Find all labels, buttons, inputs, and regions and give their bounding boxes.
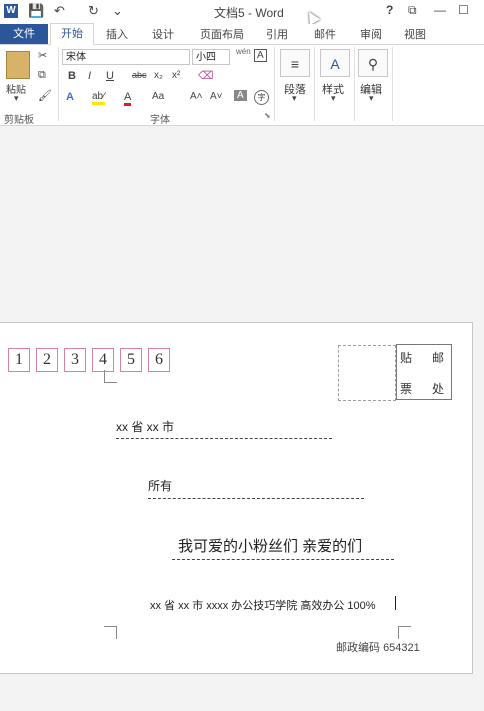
help-button[interactable]: ?	[386, 3, 393, 17]
postal-code-value: 654321	[383, 642, 420, 654]
clipboard-group-label: 剪贴板	[4, 115, 34, 126]
styles-dropdown-icon[interactable]: ▾	[331, 93, 336, 104]
sender-address: xx 省 xx 市 xxxx 办公技巧学院 高效办公 100%	[150, 600, 376, 612]
text-boundary-corner	[398, 626, 411, 639]
greeting-underline	[172, 559, 394, 560]
recipient-underline	[148, 498, 364, 499]
text-boundary-corner	[104, 626, 117, 639]
window-title: 文档5 - Word	[214, 6, 284, 20]
zip-box: 1	[8, 348, 30, 372]
change-case-button[interactable]: Aa	[152, 91, 164, 102]
copy-icon[interactable]: ⧉	[38, 69, 46, 82]
font-name-box[interactable]: 宋体	[62, 49, 190, 65]
styles-icon[interactable]: A	[320, 49, 350, 77]
redo-icon[interactable]: ↻	[88, 3, 99, 19]
grow-font-button[interactable]: A˄	[190, 91, 203, 102]
tab-home[interactable]: 开始	[50, 23, 94, 46]
font-size-box[interactable]: 小四	[192, 49, 230, 65]
ribbon-tabs: 文件 开始 插入 设计 页面布局 引用 邮件 审阅 视图	[0, 23, 484, 46]
binoculars-icon[interactable]: ⚲	[358, 49, 388, 77]
font-dialog-launcher-icon[interactable]: ⬊	[264, 111, 271, 120]
mouse-pointer-icon	[303, 8, 321, 26]
format-painter-icon[interactable]: 🖌	[38, 89, 52, 102]
zip-box: 5	[120, 348, 142, 372]
group-separator	[58, 47, 59, 121]
zip-box: 3	[64, 348, 86, 372]
shrink-font-button[interactable]: A˅	[210, 91, 223, 102]
tab-file[interactable]: 文件	[0, 24, 48, 44]
superscript-button[interactable]: x²	[172, 70, 180, 81]
tab-references[interactable]: 引用	[266, 26, 288, 42]
customize-qat-icon[interactable]: ⌄	[112, 3, 123, 19]
stamp-placeholder	[338, 345, 396, 401]
zip-box: 4	[92, 348, 114, 372]
paste-dropdown-icon[interactable]: ▾	[14, 93, 19, 104]
ribbon-display-button[interactable]: ⧉	[408, 3, 417, 18]
save-icon[interactable]: 💾	[28, 3, 44, 19]
title-bar: W 💾 ↶ ↻ ⌄ 文档5 - Word ? ⧉ — ☐	[0, 0, 484, 26]
text-effects-button[interactable]: A	[66, 91, 74, 103]
font-size-value: 小四	[196, 52, 216, 63]
bold-button[interactable]: B	[68, 70, 76, 82]
minimize-button[interactable]: —	[434, 3, 446, 17]
tab-insert[interactable]: 插入	[106, 26, 128, 42]
font-color-button[interactable]: A	[124, 91, 132, 106]
maximize-button[interactable]: ☐	[458, 3, 469, 17]
tab-mailings[interactable]: 邮件	[314, 26, 336, 42]
char-shading-button[interactable]: A	[234, 90, 247, 101]
italic-button[interactable]: I	[88, 70, 91, 82]
text-cursor	[395, 596, 396, 610]
address-underline	[116, 438, 332, 439]
tab-layout[interactable]: 页面布局	[200, 26, 244, 42]
font-group-label: 字体	[150, 115, 170, 126]
stamp-char: 处	[432, 382, 445, 396]
recipient-name: 所有	[148, 479, 173, 493]
pinyin-guide-icon[interactable]: wén	[236, 47, 251, 56]
greeting-line: 我可爱的小粉丝们 亲爱的们	[178, 538, 363, 555]
group-separator	[354, 47, 355, 121]
subscript-button[interactable]: x₂	[154, 70, 163, 81]
undo-icon[interactable]: ↶	[54, 3, 65, 19]
tab-view[interactable]: 视图	[404, 26, 426, 42]
cut-icon[interactable]: ✂	[38, 49, 47, 62]
zip-box: 6	[148, 348, 170, 372]
tab-review[interactable]: 审阅	[360, 26, 382, 42]
editing-dropdown-icon[interactable]: ▾	[369, 93, 374, 104]
highlight-button[interactable]: ab⁄	[92, 91, 105, 105]
char-border-icon[interactable]: A	[254, 49, 267, 62]
text-boundary-corner	[104, 370, 117, 383]
recipient-address: xx 省 xx 市	[116, 420, 175, 434]
group-separator	[392, 47, 393, 121]
stamp-char: 贴	[400, 351, 413, 365]
group-separator	[314, 47, 315, 121]
group-separator	[274, 47, 275, 121]
stamp-char: 票	[400, 382, 413, 396]
paragraph-icon[interactable]: ≡	[280, 49, 310, 77]
postal-code-footer: 邮政编码 654321	[336, 639, 420, 655]
ribbon: 粘贴 ▾ ✂ ⧉ 🖌 剪贴板 宋体 小四 wén A B I U abc x₂ …	[0, 45, 484, 126]
word-logo-icon: W	[4, 4, 18, 18]
strikethrough-button[interactable]: abc	[132, 70, 147, 80]
zip-box: 2	[36, 348, 58, 372]
postal-code-label: 邮政编码	[336, 642, 380, 654]
stamp-char: 邮	[432, 351, 445, 365]
underline-button[interactable]: U	[106, 70, 114, 82]
enclose-char-button[interactable]: 字	[254, 90, 269, 105]
tab-design[interactable]: 设计	[152, 26, 174, 42]
paragraph-dropdown-icon[interactable]: ▾	[292, 93, 297, 104]
clear-formatting-icon[interactable]: ⌫	[198, 69, 214, 82]
font-name-value: 宋体	[66, 52, 86, 63]
paste-icon[interactable]	[6, 51, 30, 79]
